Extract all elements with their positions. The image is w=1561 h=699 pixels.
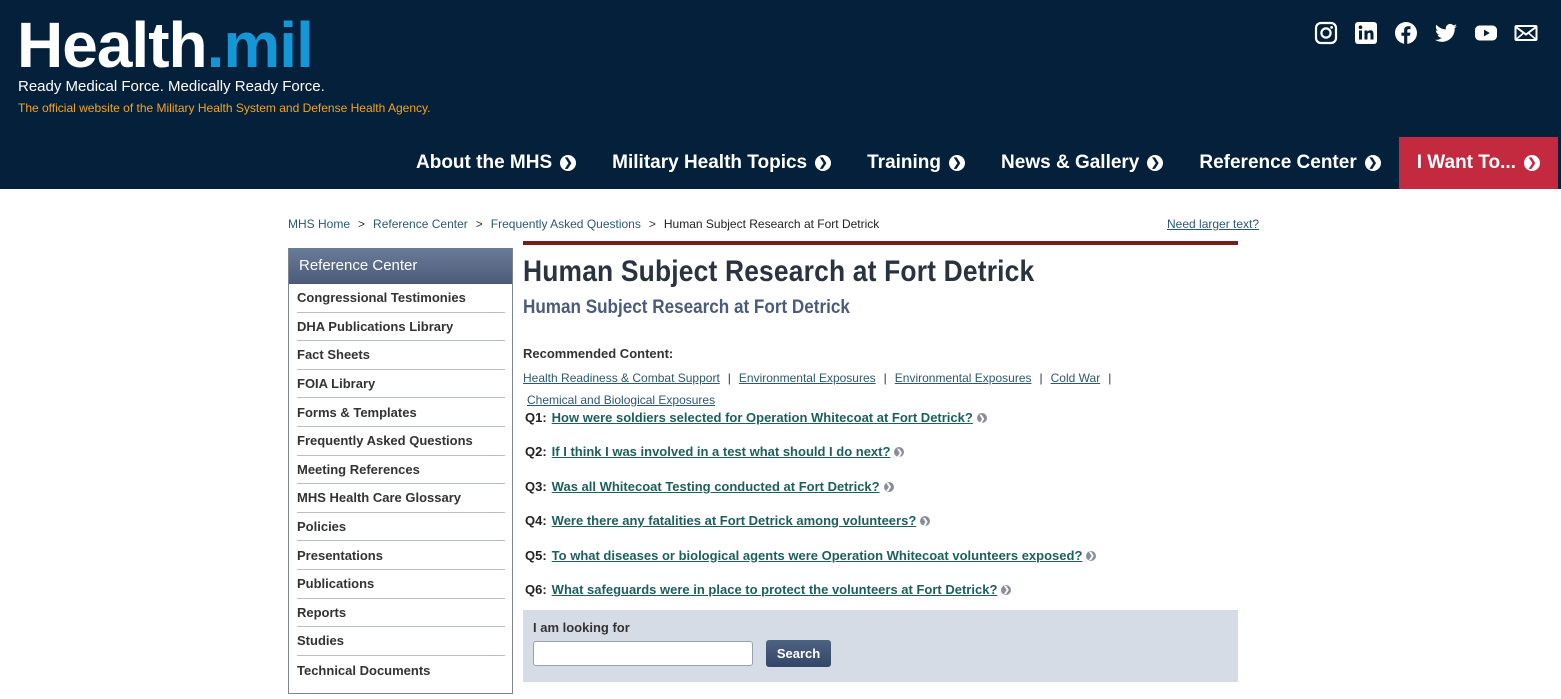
main-navigation: About the MHS ❯ Military Health Topics ❯ T… — [398, 137, 1561, 189]
faq-question-link[interactable]: To what diseases or biological agents we… — [552, 548, 1083, 563]
facebook-icon[interactable] — [1393, 20, 1419, 46]
breadcrumb: MHS Home > Reference Center > Frequently… — [288, 217, 879, 231]
breadcrumb-separator: > — [648, 217, 656, 231]
faq-question-link[interactable]: If I think I was involved in a test what… — [552, 444, 891, 459]
faq-item: Q5: To what diseases or biological agents… — [523, 548, 1238, 582]
nav-about-mhs[interactable]: About the MHS ❯ — [398, 137, 594, 189]
link-separator: | — [727, 371, 731, 385]
arrow-right-icon: ❯ — [1001, 584, 1012, 595]
faq-question-link[interactable]: Were there any fatalities at Fort Detric… — [552, 513, 917, 528]
faq-number: Q5: — [525, 547, 547, 563]
sidebar-item-reports[interactable]: Reports — [297, 599, 505, 628]
nav-label: Training — [867, 152, 942, 173]
link-separator: | — [1039, 371, 1043, 385]
nav-label: News & Gallery — [1001, 152, 1140, 173]
nav-label: About the MHS — [416, 152, 553, 173]
recommended-link[interactable]: Cold War — [1051, 371, 1101, 385]
sidebar-item-foia-library[interactable]: FOIA Library — [297, 370, 505, 399]
recommended-link[interactable]: Environmental Exposures — [739, 371, 876, 385]
chevron-right-icon: ❯ — [815, 155, 832, 171]
breadcrumb-separator: > — [358, 217, 366, 231]
chevron-right-icon: ❯ — [1523, 155, 1540, 171]
sidebar-item-forms-templates[interactable]: Forms & Templates — [297, 398, 505, 427]
sidebar-item-policies[interactable]: Policies — [297, 513, 505, 542]
breadcrumb-mhs-home[interactable]: MHS Home — [288, 217, 350, 231]
faq-question-link[interactable]: How were soldiers selected for Operation… — [552, 410, 973, 425]
nav-training[interactable]: Training ❯ — [849, 137, 983, 189]
sidebar: Reference Center Congressional Testimoni… — [288, 248, 513, 694]
recommended-content-links: Health Readiness & Combat Support | Enviro… — [523, 367, 1163, 411]
recommended-content-label: Recommended Content: — [523, 346, 674, 361]
instagram-icon[interactable] — [1313, 20, 1339, 46]
sidebar-item-dha-publications-library[interactable]: DHA Publications Library — [297, 313, 505, 342]
sidebar-item-presentations[interactable]: Presentations — [297, 541, 505, 570]
site-logo[interactable]: Health.mil — [17, 10, 314, 80]
chevron-right-icon: ❯ — [560, 155, 577, 171]
nav-reference-center[interactable]: Reference Center ❯ — [1181, 137, 1398, 189]
nav-label: Military Health Topics — [612, 152, 808, 173]
title-divider — [523, 241, 1238, 245]
looking-for-label: I am looking for — [533, 620, 630, 635]
nav-military-health-topics[interactable]: Military Health Topics ❯ — [594, 137, 849, 189]
arrow-right-icon: ❯ — [883, 481, 894, 492]
sidebar-item-studies[interactable]: Studies — [297, 627, 505, 656]
link-separator: | — [883, 371, 887, 385]
page-title: Human Subject Research at Fort Detrick — [523, 255, 1035, 288]
sidebar-item-technical-documents[interactable]: Technical Documents — [297, 656, 505, 685]
faq-item: Q3: Was all Whitecoat Testing conducted a… — [523, 479, 1238, 513]
arrow-right-icon: ❯ — [976, 413, 987, 423]
larger-text-link[interactable]: Need larger text? — [1167, 217, 1259, 231]
recommended-link[interactable]: Chemical and Biological Exposures — [527, 393, 715, 407]
arrow-right-icon: ❯ — [894, 447, 905, 458]
twitter-icon[interactable] — [1433, 20, 1459, 46]
arrow-right-icon: ❯ — [1086, 550, 1097, 561]
sidebar-title[interactable]: Reference Center — [289, 248, 512, 284]
site-tagline: Ready Medical Force. Medically Ready For… — [18, 78, 325, 95]
sidebar-list: Congressional Testimonies DHA Publicatio… — [289, 284, 512, 684]
site-subtagline: The official website of the Military Hea… — [18, 101, 431, 115]
email-icon[interactable] — [1513, 20, 1539, 46]
sidebar-item-glossary[interactable]: MHS Health Care Glossary — [297, 484, 505, 513]
chevron-right-icon: ❯ — [1147, 155, 1164, 171]
sidebar-item-congressional-testimonies[interactable]: Congressional Testimonies — [297, 284, 505, 313]
faq-item: Q1: How were soldiers selected for Operat… — [523, 410, 1238, 444]
breadcrumb-faq[interactable]: Frequently Asked Questions — [491, 217, 641, 231]
arrow-right-icon: ❯ — [920, 516, 931, 527]
sidebar-item-fact-sheets[interactable]: Fact Sheets — [297, 341, 505, 370]
nav-label: Reference Center — [1199, 152, 1357, 173]
social-links — [1313, 20, 1539, 46]
nav-i-want-to[interactable]: I Want To... ❯ — [1398, 137, 1558, 189]
breadcrumb-reference-center[interactable]: Reference Center — [373, 217, 468, 231]
sidebar-item-faq[interactable]: Frequently Asked Questions — [297, 427, 505, 456]
recommended-link[interactable]: Health Readiness & Combat Support — [523, 371, 720, 385]
linkedin-icon[interactable] — [1353, 20, 1379, 46]
faq-number: Q1: — [525, 410, 547, 425]
faq-question-link[interactable]: What safeguards were in place to protect… — [552, 582, 998, 597]
faq-number: Q6: — [525, 581, 547, 597]
faq-item: Q2: If I think I was involved in a test w… — [523, 444, 1238, 478]
link-separator: | — [1108, 371, 1112, 385]
chevron-right-icon: ❯ — [1364, 155, 1381, 171]
site-header: Health.mil Ready Medical Force. Medicall… — [0, 0, 1561, 189]
search-button[interactable]: Search — [766, 640, 831, 667]
faq-question-link[interactable]: Was all Whitecoat Testing conducted at F… — [552, 479, 880, 494]
recommended-link[interactable]: Environmental Exposures — [895, 371, 1032, 385]
nav-label: I Want To... — [1416, 152, 1516, 173]
sidebar-item-meeting-references[interactable]: Meeting References — [297, 456, 505, 485]
faq-number: Q3: — [525, 478, 547, 494]
looking-for-panel: I am looking for Search — [523, 610, 1238, 682]
faq-number: Q4: — [525, 513, 547, 529]
nav-news-gallery[interactable]: News & Gallery ❯ — [983, 137, 1181, 189]
breadcrumb-current: Human Subject Research at Fort Detrick — [663, 217, 880, 231]
chevron-right-icon: ❯ — [949, 155, 966, 171]
youtube-icon[interactable] — [1473, 20, 1499, 46]
page-subtitle: Human Subject Research at Fort Detrick — [523, 297, 850, 318]
faq-list: Q1: How were soldiers selected for Operat… — [523, 410, 1238, 616]
breadcrumb-separator: > — [475, 217, 483, 231]
sidebar-item-publications[interactable]: Publications — [297, 570, 505, 599]
faq-item: Q4: Were there any fatalities at Fort Det… — [523, 513, 1238, 547]
main-content: Human Subject Research at Fort Detrick H… — [523, 241, 1238, 616]
looking-for-input[interactable] — [533, 641, 753, 666]
faq-number: Q2: — [525, 444, 547, 460]
